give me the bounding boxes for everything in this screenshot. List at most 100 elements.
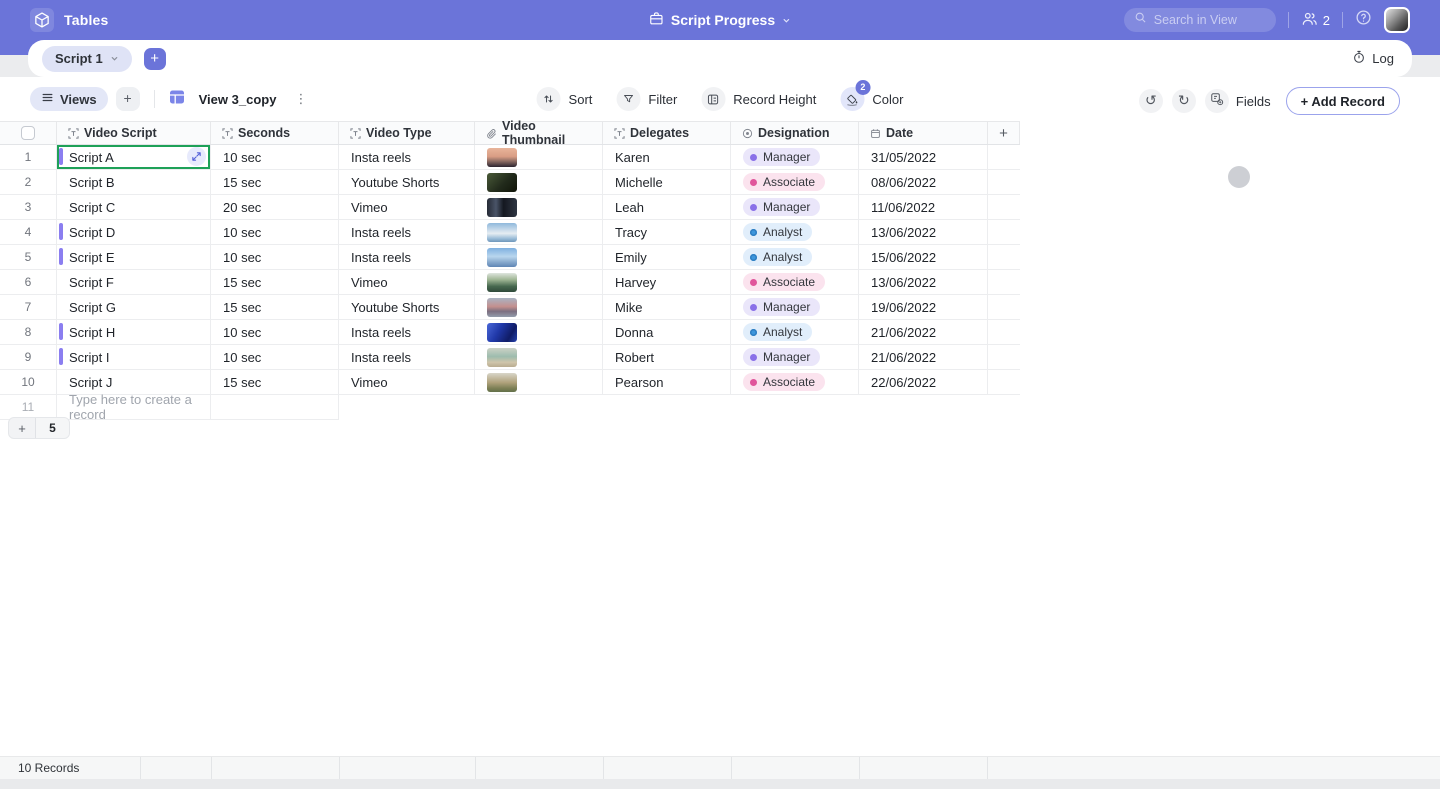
cell-delegates[interactable]: Michelle	[603, 170, 731, 194]
sort-button[interactable]: Sort	[536, 87, 592, 111]
cell-video-type[interactable]: Youtube Shorts	[339, 170, 475, 194]
row-number[interactable]: 1	[0, 145, 57, 169]
select-all-checkbox[interactable]	[21, 126, 35, 140]
color-button[interactable]: 2 Color	[840, 80, 903, 111]
cell-date[interactable]: 21/06/2022	[859, 345, 988, 369]
cell-delegates[interactable]: Pearson	[603, 370, 731, 394]
cell-seconds[interactable]: 15 sec	[211, 370, 339, 394]
column-header-video-thumbnail[interactable]: Video Thumbnail	[475, 119, 603, 147]
add-rows-button[interactable]: +	[9, 418, 36, 438]
row-number[interactable]: 6	[0, 270, 57, 294]
cell-video-thumbnail[interactable]	[475, 220, 603, 244]
cell-date[interactable]: 15/06/2022	[859, 245, 988, 269]
new-record-cell[interactable]	[211, 395, 339, 419]
column-header-designation[interactable]: Designation	[731, 122, 859, 144]
video-thumbnail-image[interactable]	[487, 347, 517, 367]
cell-designation[interactable]: Analyst	[731, 220, 859, 244]
app-brand[interactable]: Tables	[30, 0, 109, 40]
cell-video-thumbnail[interactable]	[475, 270, 603, 294]
cell-delegates[interactable]: Donna	[603, 320, 731, 344]
video-thumbnail-image[interactable]	[487, 222, 517, 242]
cell-seconds[interactable]: 15 sec	[211, 295, 339, 319]
cell-delegates[interactable]: Tracy	[603, 220, 731, 244]
cell-designation[interactable]: Manager	[731, 345, 859, 369]
cell-delegates[interactable]: Mike	[603, 295, 731, 319]
cell-video-script[interactable]: Script B	[57, 170, 211, 194]
expand-record-button[interactable]	[187, 147, 206, 166]
view-menu-button[interactable]: ⋮	[294, 92, 307, 107]
cell-video-thumbnail[interactable]	[475, 245, 603, 269]
cell-date[interactable]: 19/06/2022	[859, 295, 988, 319]
cell-video-script[interactable]: Script G	[57, 295, 211, 319]
record-height-button[interactable]: Record Height	[701, 87, 816, 111]
row-number[interactable]: 5	[0, 245, 57, 269]
cell-seconds[interactable]: 20 sec	[211, 195, 339, 219]
cell-seconds[interactable]: 10 sec	[211, 245, 339, 269]
cell-video-script[interactable]: Script D	[57, 220, 211, 244]
row-number[interactable]: 10	[0, 370, 57, 394]
row-number[interactable]: 7	[0, 295, 57, 319]
cell-date[interactable]: 31/05/2022	[859, 145, 988, 169]
add-view-button[interactable]: +	[115, 87, 140, 111]
add-record-button[interactable]: + Add Record	[1285, 87, 1400, 115]
bottom-scroll-track[interactable]	[0, 779, 1440, 789]
cell-seconds[interactable]: 10 sec	[211, 220, 339, 244]
column-header-video-script[interactable]: Video Script	[57, 122, 211, 144]
cell-video-type[interactable]: Insta reels	[339, 345, 475, 369]
cell-video-type[interactable]: Insta reels	[339, 145, 475, 169]
cell-delegates[interactable]: Leah	[603, 195, 731, 219]
cell-video-type[interactable]: Insta reels	[339, 245, 475, 269]
video-thumbnail-image[interactable]	[487, 372, 517, 392]
cell-seconds[interactable]: 10 sec	[211, 345, 339, 369]
cell-delegates[interactable]: Harvey	[603, 270, 731, 294]
cell-designation[interactable]: Manager	[731, 195, 859, 219]
undo-button[interactable]: ↺	[1138, 89, 1163, 113]
cell-video-type[interactable]: Vimeo	[339, 370, 475, 394]
collaborators-button[interactable]: 2	[1301, 11, 1330, 29]
video-thumbnail-image[interactable]	[487, 272, 517, 292]
cell-video-thumbnail[interactable]	[475, 170, 603, 194]
row-number[interactable]: 9	[0, 345, 57, 369]
add-rows-count-input[interactable]: 5	[36, 418, 69, 438]
row-number[interactable]: 8	[0, 320, 57, 344]
video-thumbnail-image[interactable]	[487, 147, 517, 167]
tab-script-1[interactable]: Script 1	[42, 45, 132, 72]
cell-video-script[interactable]: Script F	[57, 270, 211, 294]
cell-designation[interactable]: Associate	[731, 270, 859, 294]
cell-video-thumbnail[interactable]	[475, 370, 603, 394]
new-record-input[interactable]: Type here to create a record	[57, 392, 211, 422]
cell-seconds[interactable]: 10 sec	[211, 145, 339, 169]
cell-video-thumbnail[interactable]	[475, 345, 603, 369]
cell-seconds[interactable]: 15 sec	[211, 270, 339, 294]
help-button[interactable]	[1355, 9, 1372, 31]
add-field-button[interactable]: +	[988, 122, 1020, 144]
cell-video-script[interactable]: Script C	[57, 195, 211, 219]
cell-date[interactable]: 13/06/2022	[859, 270, 988, 294]
cell-date[interactable]: 13/06/2022	[859, 220, 988, 244]
views-button[interactable]: Views	[30, 87, 108, 111]
video-thumbnail-image[interactable]	[487, 297, 517, 317]
column-header-date[interactable]: Date	[859, 122, 988, 144]
row-number[interactable]: 3	[0, 195, 57, 219]
cell-video-script[interactable]: Script H	[57, 320, 211, 344]
cell-delegates[interactable]: Emily	[603, 245, 731, 269]
cell-designation[interactable]: Associate	[731, 170, 859, 194]
cell-designation[interactable]: Analyst	[731, 320, 859, 344]
add-table-button[interactable]: +	[143, 47, 166, 70]
cell-video-script[interactable]: Script I	[57, 345, 211, 369]
cell-video-thumbnail[interactable]	[475, 320, 603, 344]
cell-date[interactable]: 11/06/2022	[859, 195, 988, 219]
video-thumbnail-image[interactable]	[487, 197, 517, 217]
cell-video-thumbnail[interactable]	[475, 195, 603, 219]
cell-video-script[interactable]: Script E	[57, 245, 211, 269]
cell-video-thumbnail[interactable]	[475, 145, 603, 169]
cell-seconds[interactable]: 10 sec	[211, 320, 339, 344]
search-input[interactable]: Search in View	[1123, 8, 1276, 32]
cell-designation[interactable]: Analyst	[731, 245, 859, 269]
cell-date[interactable]: 08/06/2022	[859, 170, 988, 194]
cell-designation[interactable]: Manager	[731, 295, 859, 319]
cell-date[interactable]: 21/06/2022	[859, 320, 988, 344]
video-thumbnail-image[interactable]	[487, 172, 517, 192]
cell-delegates[interactable]: Karen	[603, 145, 731, 169]
fields-button[interactable]	[1204, 89, 1229, 113]
